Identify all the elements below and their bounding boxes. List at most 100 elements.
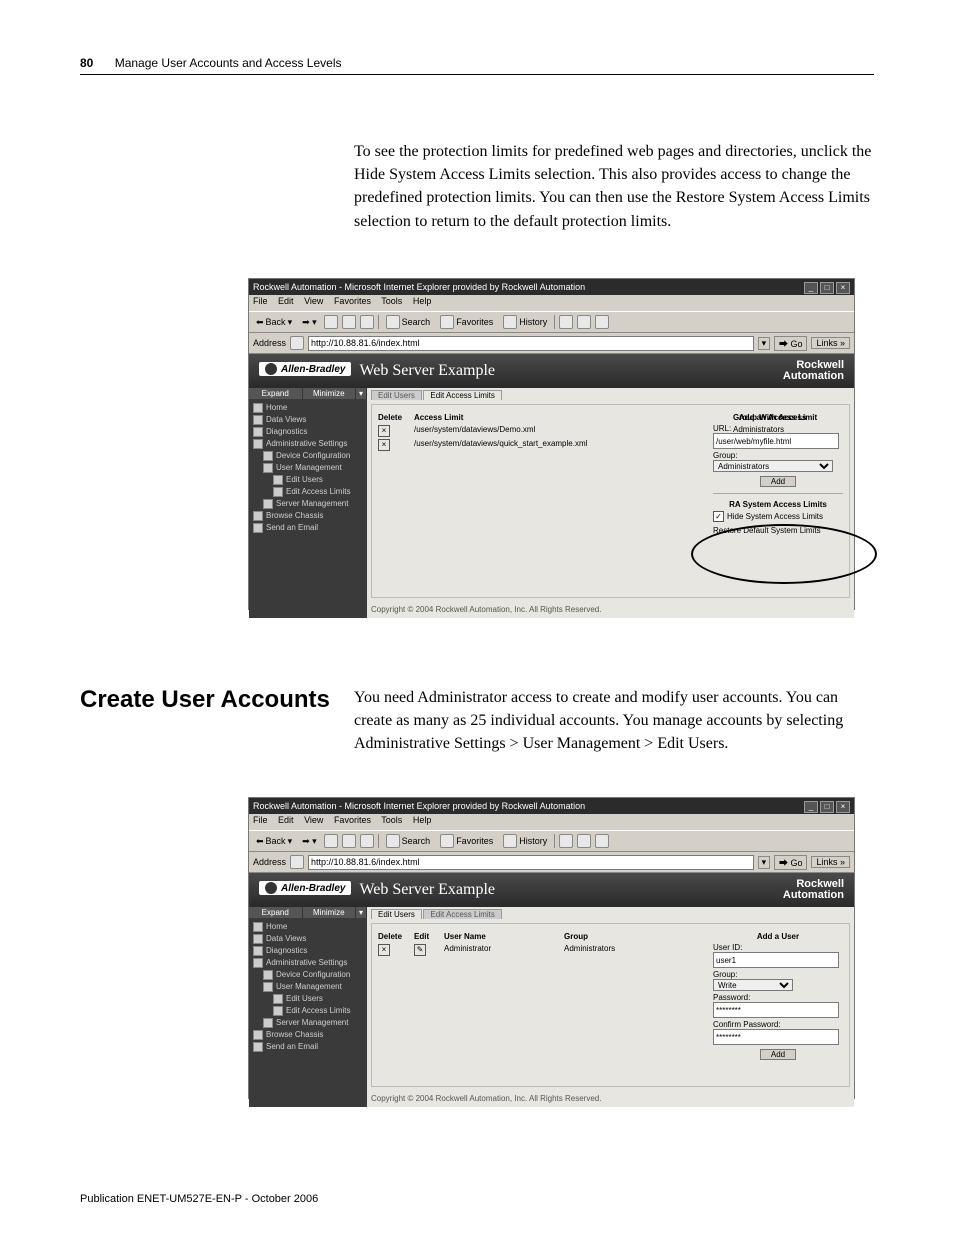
delete-button[interactable]: ×: [378, 425, 390, 437]
password-input[interactable]: [713, 1002, 839, 1018]
go-button[interactable]: ⮕ Go: [774, 855, 808, 870]
maximize-icon[interactable]: □: [820, 801, 834, 813]
sidebar-item-sendemail[interactable]: Send an Email: [253, 1041, 363, 1053]
sidebar-item-deviceconfig[interactable]: Device Configuration: [253, 450, 363, 462]
sidebar-item-editusers[interactable]: Edit Users: [253, 474, 363, 486]
forward-button[interactable]: ➡ ▾: [299, 836, 320, 847]
url-input[interactable]: [713, 433, 839, 449]
refresh-icon[interactable]: [342, 834, 356, 848]
forward-button[interactable]: ➡ ▾: [299, 317, 320, 328]
refresh-icon[interactable]: [342, 315, 356, 329]
sidebar-item-servermgmt[interactable]: Server Management: [253, 498, 363, 510]
add-button[interactable]: Add: [760, 476, 796, 487]
tab-editusers[interactable]: Edit Users: [371, 909, 422, 919]
delete-button[interactable]: ×: [378, 944, 390, 956]
favorites-button[interactable]: Favorites: [437, 315, 496, 329]
tab-editusers[interactable]: Edit Users: [371, 390, 422, 400]
menu-tools[interactable]: Tools: [381, 296, 402, 306]
sidebar-item-usermgmt[interactable]: User Management: [253, 981, 363, 993]
restore-system-link[interactable]: Restore Default System Limits: [713, 526, 843, 535]
home-icon[interactable]: [360, 834, 374, 848]
th-delete: Delete: [378, 932, 414, 941]
sidebar-minimize[interactable]: Minimize: [303, 907, 357, 918]
menu-tools[interactable]: Tools: [381, 815, 402, 825]
userid-input[interactable]: [713, 952, 839, 968]
close-icon[interactable]: ×: [836, 282, 850, 294]
checkbox-icon[interactable]: ✓: [713, 511, 724, 522]
search-button[interactable]: Search: [383, 315, 434, 329]
address-dropdown-icon[interactable]: ▾: [758, 337, 770, 350]
brand-logo-icon: [265, 363, 277, 375]
menu-file[interactable]: File: [253, 296, 268, 306]
sidebar-collapse-icon[interactable]: ▾: [356, 388, 367, 399]
maximize-icon[interactable]: □: [820, 282, 834, 294]
nav-sidebar: ExpandMinimize▾ Home Data Views Diagnost…: [249, 388, 367, 618]
minimize-icon[interactable]: _: [804, 282, 818, 294]
history-button[interactable]: History: [500, 315, 550, 329]
sidebar-item-servermgmt[interactable]: Server Management: [253, 1017, 363, 1029]
menu-help[interactable]: Help: [413, 815, 432, 825]
sidebar-expand[interactable]: Expand: [249, 907, 303, 918]
menu-help[interactable]: Help: [413, 296, 432, 306]
address-dropdown-icon[interactable]: ▾: [758, 856, 770, 869]
address-input[interactable]: [308, 336, 754, 351]
sidebar-item-editaccess[interactable]: Edit Access Limits: [253, 486, 363, 498]
menu-edit[interactable]: Edit: [278, 815, 294, 825]
sidebar-item-sendemail[interactable]: Send an Email: [253, 522, 363, 534]
sidebar-item-editusers[interactable]: Edit Users: [253, 993, 363, 1005]
sidebar-item-dataviews[interactable]: Data Views: [253, 933, 363, 945]
favorites-button[interactable]: Favorites: [437, 834, 496, 848]
sidebar-item-usermgmt[interactable]: User Management: [253, 462, 363, 474]
sidebar-item-admin[interactable]: Administrative Settings: [253, 957, 363, 969]
go-button[interactable]: ⮕ Go: [774, 336, 808, 351]
back-button[interactable]: ⬅Back ▾: [253, 317, 295, 328]
sidebar-item-admin[interactable]: Administrative Settings: [253, 438, 363, 450]
group-select[interactable]: Administrators: [713, 460, 833, 472]
stop-icon[interactable]: [324, 834, 338, 848]
menu-view[interactable]: View: [304, 296, 323, 306]
sidebar-item-home[interactable]: Home: [253, 402, 363, 414]
delete-button[interactable]: ×: [378, 439, 390, 451]
links-button[interactable]: Links »: [811, 856, 850, 868]
tab-editaccesslimits[interactable]: Edit Access Limits: [423, 909, 501, 919]
group-select[interactable]: Write: [713, 979, 793, 991]
menu-favorites[interactable]: Favorites: [334, 815, 371, 825]
folder-icon: [263, 1018, 273, 1028]
back-button[interactable]: ⬅Back ▾: [253, 836, 295, 847]
close-icon[interactable]: ×: [836, 801, 850, 813]
hide-system-row[interactable]: ✓Hide System Access Limits: [713, 511, 843, 522]
edit-button[interactable]: ✎: [414, 944, 426, 956]
sidebar-item-browsechassis[interactable]: Browse Chassis: [253, 510, 363, 522]
print-icon[interactable]: [577, 315, 591, 329]
sidebar-item-diagnostics[interactable]: Diagnostics: [253, 945, 363, 957]
sidebar-item-browsechassis[interactable]: Browse Chassis: [253, 1029, 363, 1041]
edit-icon[interactable]: [595, 315, 609, 329]
confirm-password-input[interactable]: [713, 1029, 839, 1045]
edit-icon[interactable]: [595, 834, 609, 848]
sidebar-item-editaccess[interactable]: Edit Access Limits: [253, 1005, 363, 1017]
sidebar-item-deviceconfig[interactable]: Device Configuration: [253, 969, 363, 981]
stop-icon[interactable]: [324, 315, 338, 329]
menu-file[interactable]: File: [253, 815, 268, 825]
menu-view[interactable]: View: [304, 815, 323, 825]
add-button[interactable]: Add: [760, 1049, 796, 1060]
history-button[interactable]: History: [500, 834, 550, 848]
sidebar-item-dataviews[interactable]: Data Views: [253, 414, 363, 426]
sidebar-expand[interactable]: Expand: [249, 388, 303, 399]
menu-edit[interactable]: Edit: [278, 296, 294, 306]
home-icon[interactable]: [360, 315, 374, 329]
page-icon: [253, 403, 263, 413]
tab-editaccesslimits[interactable]: Edit Access Limits: [423, 390, 501, 400]
menu-favorites[interactable]: Favorites: [334, 296, 371, 306]
minimize-icon[interactable]: _: [804, 801, 818, 813]
mail-icon[interactable]: [559, 315, 573, 329]
mail-icon[interactable]: [559, 834, 573, 848]
links-button[interactable]: Links »: [811, 337, 850, 349]
print-icon[interactable]: [577, 834, 591, 848]
sidebar-minimize[interactable]: Minimize: [303, 388, 357, 399]
address-input[interactable]: [308, 855, 754, 870]
sidebar-item-home[interactable]: Home: [253, 921, 363, 933]
sidebar-item-diagnostics[interactable]: Diagnostics: [253, 426, 363, 438]
search-button[interactable]: Search: [383, 834, 434, 848]
sidebar-collapse-icon[interactable]: ▾: [356, 907, 367, 918]
